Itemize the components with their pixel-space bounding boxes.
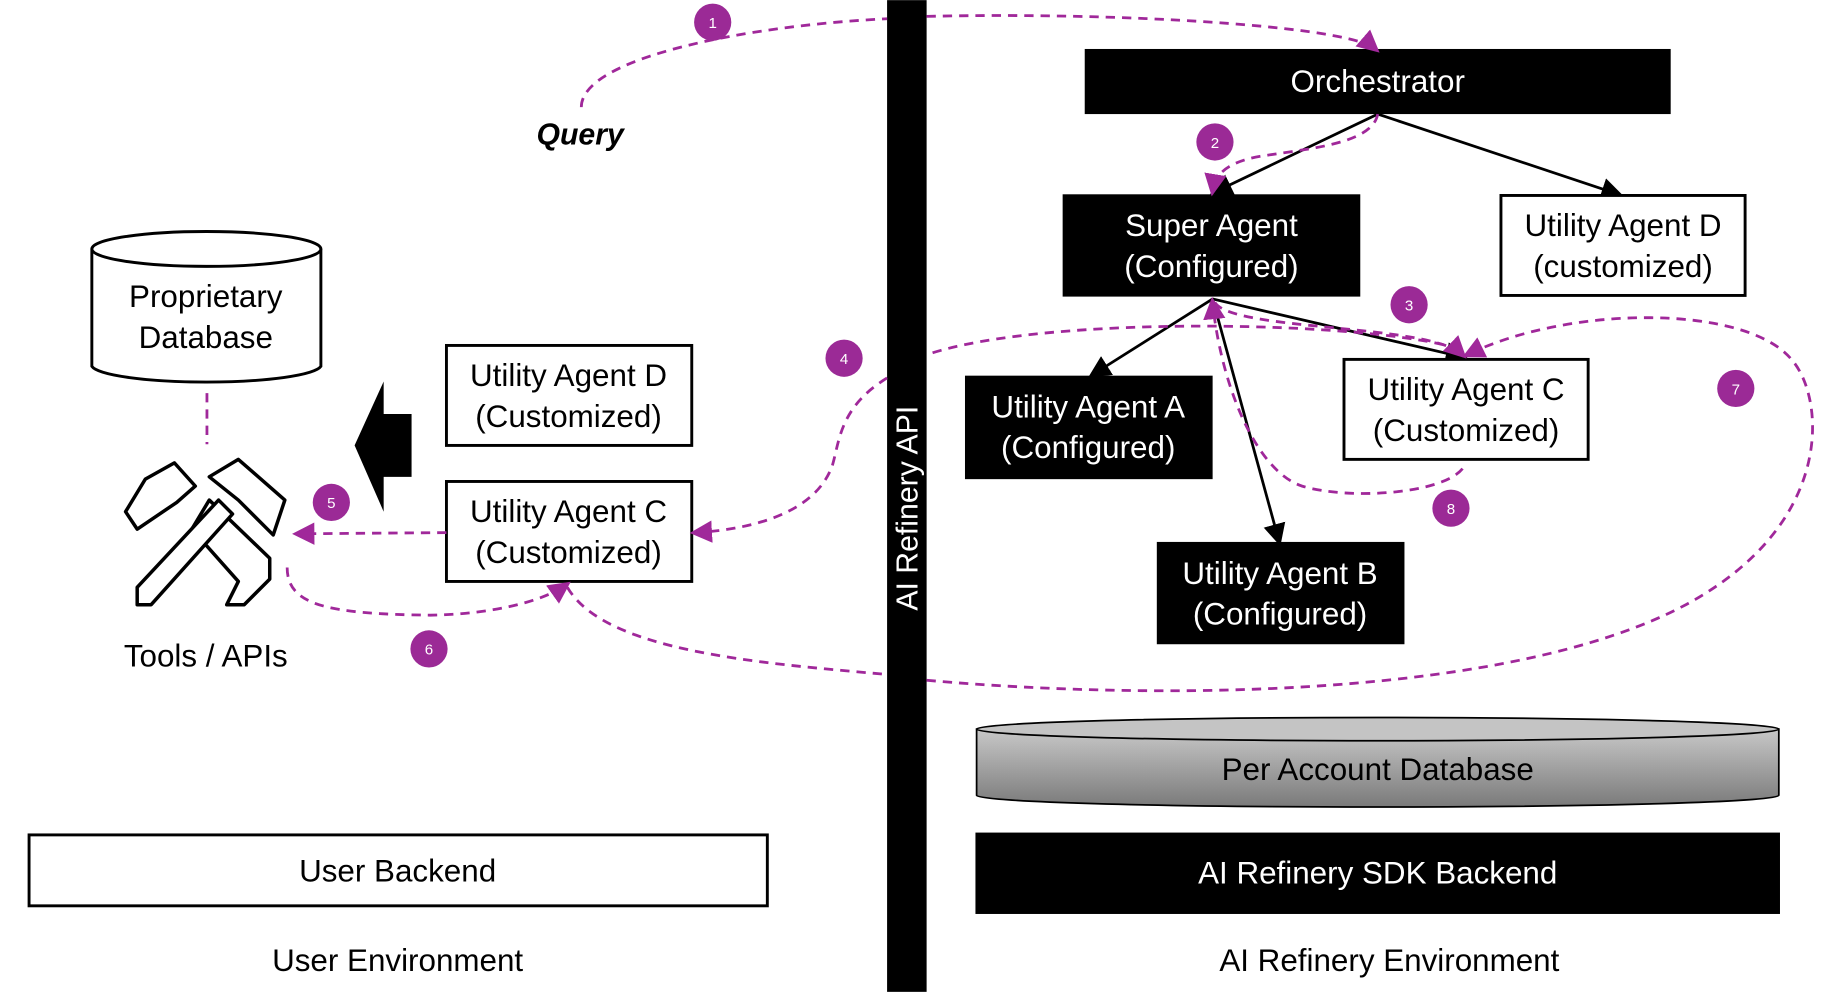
arrow-orchestrator-agent-d (1377, 112, 1624, 200)
flow-4b (689, 376, 888, 543)
api-bar-label: AI Refinery API (891, 406, 924, 611)
refinery-agent-d-box: Utility Agent D (customized) (1499, 194, 1747, 297)
refinery-agent-d-label: Utility Agent D (1525, 208, 1722, 243)
sdk-backend-box: AI Refinery SDK Backend (975, 832, 1780, 914)
flow-5 (292, 522, 447, 545)
step-badge-4: 4 (825, 339, 863, 377)
step-badge-8: 8 (1432, 489, 1470, 527)
step-number: 5 (327, 495, 335, 512)
step-number: 8 (1447, 501, 1455, 518)
user-agent-c-box: Utility Agent C (Customized) (444, 480, 694, 583)
super-agent-sublabel: (Configured) (1124, 249, 1298, 284)
refinery-agent-c-label: Utility Agent C (1368, 372, 1565, 407)
orchestrator-box: Orchestrator (1084, 48, 1671, 115)
arrow-orchestrator-super (1209, 112, 1379, 195)
user-env-label: User Environment (272, 943, 523, 978)
step-number: 4 (840, 351, 848, 368)
step-badge-5: 5 (312, 483, 350, 521)
step-badge-1: 1 (694, 3, 732, 41)
super-agent-label: Super Agent (1125, 208, 1298, 243)
step-number: 6 (425, 642, 433, 659)
agent-b-label: Utility Agent B (1182, 556, 1377, 591)
step-number: 3 (1405, 298, 1413, 315)
super-agent-box: Super Agent (Configured) (1062, 194, 1361, 297)
user-agent-d-box: Utility Agent D (Customized) (444, 343, 694, 447)
step-number: 7 (1732, 381, 1740, 398)
proprietary-database: Proprietary Database (90, 230, 323, 384)
agent-b-sublabel: (Configured) (1193, 596, 1367, 631)
step-badge-7: 7 (1717, 369, 1755, 408)
api-bar: AI Refinery API (887, 0, 927, 992)
flow-1a (579, 17, 888, 108)
step-badge-6: 6 (410, 630, 448, 668)
refinery-agent-c-sublabel: (Customized) (1373, 413, 1560, 448)
user-backend-box: User Backend (27, 833, 769, 908)
per-account-database: Per Account Database (975, 716, 1780, 808)
arrow-super-agent-a (1088, 297, 1214, 378)
agent-a-label: Utility Agent A (991, 390, 1185, 425)
agent-a-box: Utility Agent A (Configured) (964, 375, 1213, 480)
query-label: Query (536, 118, 626, 151)
proprietary-db-sublabel: Database (139, 320, 273, 355)
refinery-env-label: AI Refinery Environment (1219, 943, 1559, 978)
refinery-agent-d-sublabel: (customized) (1533, 249, 1713, 284)
step-number: 2 (1211, 135, 1219, 152)
hammers-icon (123, 457, 287, 607)
user-agent-d-label: Utility Agent D (470, 358, 667, 393)
user-backend-label: User Backend (299, 853, 496, 888)
flow-7a (566, 586, 888, 676)
proprietary-db-label: Proprietary (129, 279, 283, 314)
agent-b-box: Utility Agent B (Configured) (1156, 541, 1405, 645)
refinery-agent-c-box: Utility Agent C (Customized) (1342, 357, 1590, 461)
user-agent-c-sublabel: (Customized) (475, 535, 662, 570)
orchestrator-label: Orchestrator (1291, 64, 1465, 99)
step-number: 1 (708, 15, 716, 32)
user-agent-c-label: Utility Agent C (470, 494, 667, 529)
arrow-super-agent-b (1211, 298, 1286, 547)
user-agent-d-sublabel: (Customized) (475, 399, 662, 434)
flow-1b (926, 14, 1380, 53)
step-badge-3: 3 (1390, 286, 1428, 324)
architecture-diagram: AI Refinery API Orchestrator Super Agent… (27, 0, 1814, 992)
tools-label: Tools / APIs (124, 638, 288, 673)
flow-4a (926, 324, 1460, 357)
account-db-label: Per Account Database (1222, 752, 1534, 787)
sdk-backend-label: AI Refinery SDK Backend (1198, 856, 1557, 891)
step-badge-2: 2 (1196, 123, 1234, 161)
agent-a-sublabel: (Configured) (1001, 430, 1175, 465)
deploy-arrow-icon (354, 381, 412, 512)
